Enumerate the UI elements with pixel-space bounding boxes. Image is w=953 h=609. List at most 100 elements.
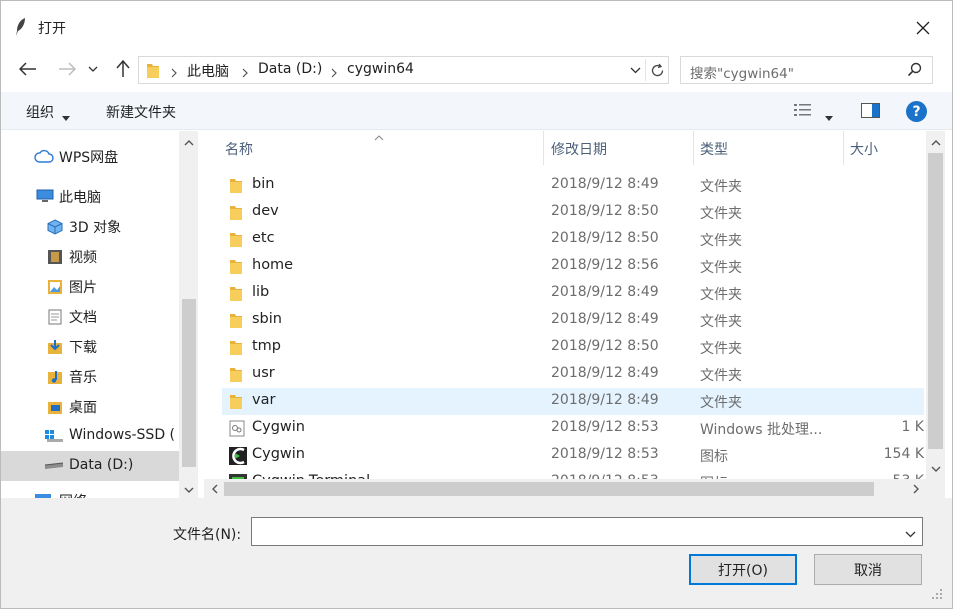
- bottom-panel: 文件名(N): 打开(O) 取消: [1, 498, 952, 608]
- file-size: 1 K: [901, 419, 924, 435]
- address-divider: [645, 59, 646, 81]
- sidebar-item-data-drive[interactable]: Data (D:): [1, 451, 179, 481]
- feather-icon: [14, 17, 30, 37]
- file-row[interactable]: etc 2018/9/12 8:50 文件夹: [222, 226, 924, 253]
- organize-button[interactable]: 组织: [26, 102, 54, 122]
- column-header-name[interactable]: 名称: [204, 131, 543, 165]
- pictures-icon: [47, 279, 63, 299]
- sidebar-item-wps-cloud[interactable]: WPS网盘: [1, 141, 179, 171]
- file-name: home: [252, 257, 294, 273]
- caret-down-icon: [62, 109, 70, 125]
- chevron-up-icon: [184, 139, 193, 145]
- sidebar-item-windows-ssd[interactable]: Windows-SSD (: [1, 421, 179, 451]
- scroll-left-button[interactable]: [206, 480, 223, 497]
- column-header-label: 修改日期: [551, 142, 607, 158]
- sidebar-item-documents[interactable]: 文档: [1, 301, 179, 331]
- file-type: 文件夹: [700, 233, 742, 249]
- sidebar-item-label: 文档: [69, 310, 97, 326]
- file-name: bin: [252, 176, 275, 192]
- up-button[interactable]: [111, 57, 135, 81]
- file-list-scrollbar-thumb[interactable]: [928, 153, 943, 449]
- sidebar-scrollbar-thumb[interactable]: [182, 299, 196, 467]
- file-date: 2018/9/12 8:53: [551, 446, 659, 462]
- close-icon: [916, 21, 930, 35]
- file-row[interactable]: bin 2018/9/12 8:49 文件夹: [222, 172, 924, 199]
- title-bar: 打开: [1, 1, 952, 49]
- file-date: 2018/9/12 8:49: [551, 365, 659, 381]
- folder-icon: [229, 366, 243, 387]
- open-file-dialog: 打开 此电脑 Data (D:) cygwin64 搜索"cygwin64" 组…: [0, 0, 953, 609]
- sidebar-item-3d-objects[interactable]: 3D 对象: [1, 211, 179, 241]
- documents-icon: [47, 309, 63, 329]
- search-box[interactable]: 搜索"cygwin64": [680, 56, 933, 84]
- sidebar-item-pictures[interactable]: 图片: [1, 271, 179, 301]
- address-bar[interactable]: 此电脑 Data (D:) cygwin64: [138, 56, 669, 84]
- file-date: 2018/9/12 8:56: [551, 257, 659, 273]
- navigation-pane: WPS网盘 此电脑 3D 对象 视频 图片 文档 下载 音乐 桌面 Window…: [1, 131, 198, 498]
- file-row[interactable]: Cygwin-Terminal2018/9/12 8:53图标53 K: [222, 469, 924, 479]
- sidebar-item-downloads[interactable]: 下载: [1, 331, 179, 361]
- file-type: 图标: [700, 449, 728, 465]
- file-name: var: [252, 392, 276, 408]
- breadcrumb-this-pc[interactable]: 此电脑: [187, 61, 229, 81]
- file-list-scroll-down[interactable]: [926, 460, 945, 477]
- folder-icon: [229, 393, 243, 414]
- cancel-button[interactable]: 取消: [814, 554, 922, 585]
- address-dropdown-button[interactable]: [625, 60, 645, 80]
- new-folder-button[interactable]: 新建文件夹: [106, 102, 176, 122]
- music-icon: [47, 369, 63, 389]
- help-icon: ?: [912, 103, 921, 120]
- scroll-right-button[interactable]: [907, 480, 924, 497]
- breadcrumb-cygwin64[interactable]: cygwin64: [347, 61, 414, 77]
- file-name: sbin: [252, 311, 282, 327]
- breadcrumb-data-drive[interactable]: Data (D:): [258, 61, 322, 77]
- recent-locations-button[interactable]: [85, 57, 101, 81]
- column-header-date[interactable]: 修改日期: [544, 131, 693, 165]
- forward-button[interactable]: [55, 57, 79, 81]
- horizontal-scrollbar-thumb[interactable]: [224, 482, 874, 496]
- sidebar-scroll-up[interactable]: [179, 134, 198, 151]
- file-row[interactable]: dev 2018/9/12 8:50 文件夹: [222, 199, 924, 226]
- column-header-size[interactable]: 大小: [844, 131, 926, 165]
- sidebar-item-this-pc[interactable]: 此电脑: [1, 181, 179, 211]
- sidebar-item-desktop[interactable]: 桌面: [1, 391, 179, 421]
- file-date: 2018/9/12 8:50: [551, 203, 659, 219]
- chevron-down-icon[interactable]: [905, 526, 916, 542]
- column-header-label: 类型: [700, 142, 728, 158]
- scrollbar-corner: [926, 479, 945, 498]
- back-button[interactable]: [16, 57, 40, 81]
- details-view-icon: [794, 104, 811, 116]
- file-row[interactable]: sbin 2018/9/12 8:49 文件夹: [222, 307, 924, 334]
- sidebar-item-videos[interactable]: 视频: [1, 241, 179, 271]
- preview-pane-button[interactable]: [861, 103, 880, 122]
- drive-icon: [44, 459, 64, 475]
- file-row[interactable]: var 2018/9/12 8:49 文件夹: [222, 388, 924, 415]
- folder-icon: [229, 177, 243, 198]
- sidebar-scroll-down[interactable]: [179, 481, 198, 498]
- refresh-button[interactable]: [647, 60, 667, 80]
- file-type: 文件夹: [700, 314, 742, 330]
- caret-down-icon[interactable]: [825, 109, 833, 125]
- file-row[interactable]: usr 2018/9/12 8:49 文件夹: [222, 361, 924, 388]
- folder-icon: [229, 339, 243, 360]
- open-button[interactable]: 打开(O): [689, 554, 797, 585]
- file-date: 2018/9/12 8:49: [551, 284, 659, 300]
- sidebar-item-label: 下载: [69, 340, 97, 356]
- view-options-button[interactable]: [794, 103, 812, 121]
- column-header-type[interactable]: 类型: [694, 131, 843, 165]
- file-list-scroll-up[interactable]: [926, 134, 945, 151]
- sidebar-item-network[interactable]: 网络: [1, 489, 179, 498]
- close-button[interactable]: [905, 13, 941, 43]
- file-row[interactable]: tmp 2018/9/12 8:50 文件夹: [222, 334, 924, 361]
- folder-icon: [146, 62, 160, 83]
- sidebar-item-music[interactable]: 音乐: [1, 361, 179, 391]
- help-button[interactable]: ?: [906, 101, 927, 122]
- resize-grip-icon[interactable]: [931, 588, 943, 604]
- file-row[interactable]: Cygwin 2018/9/12 8:53 Windows 批处理... 1 K: [222, 415, 924, 442]
- file-row[interactable]: lib 2018/9/12 8:49 文件夹: [222, 280, 924, 307]
- file-row[interactable]: Cygwin 2018/9/12 8:53 图标 154 K: [222, 442, 924, 469]
- search-icon: [907, 62, 922, 81]
- folder-icon: [229, 258, 243, 279]
- file-row[interactable]: home 2018/9/12 8:56 文件夹: [222, 253, 924, 280]
- filename-input[interactable]: [251, 517, 923, 546]
